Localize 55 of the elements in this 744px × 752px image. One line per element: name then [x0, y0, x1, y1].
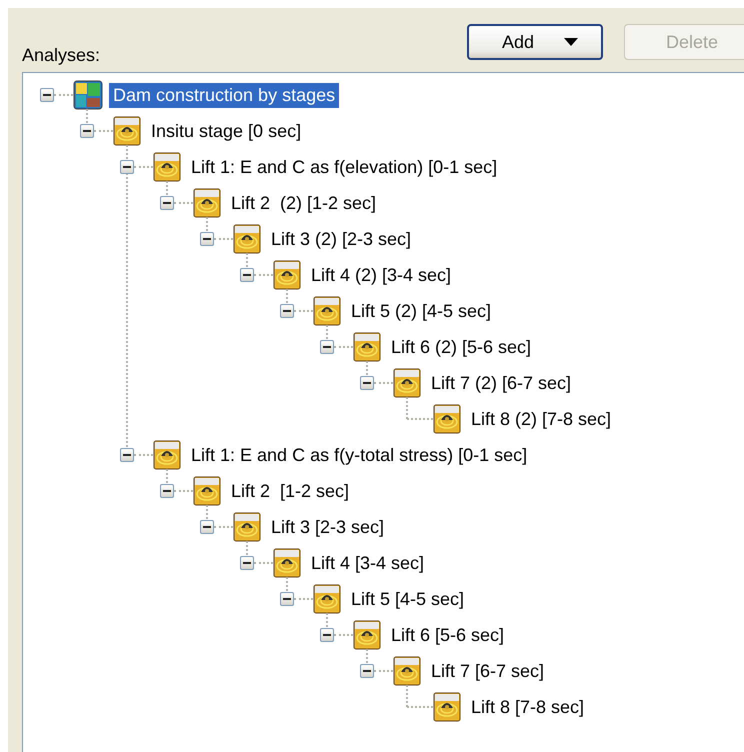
- stage-icon: [193, 188, 221, 218]
- tree-item[interactable]: Lift 8 [7-8 sec]: [467, 694, 588, 720]
- caret-icon: [564, 38, 578, 46]
- tree-item[interactable]: Lift 7 (2) [6-7 sec]: [427, 370, 576, 396]
- stage-icon: [353, 620, 381, 650]
- stage-icon: [153, 440, 181, 470]
- collapse-toggle[interactable]: [320, 340, 334, 354]
- stage-icon: [233, 224, 261, 254]
- stage-icon: [433, 404, 461, 434]
- stage-icon: [433, 692, 461, 722]
- tree-item[interactable]: Lift 4 (2) [3-4 sec]: [307, 262, 456, 288]
- stage-icon: [193, 476, 221, 506]
- tree-item[interactable]: Lift 6 (2) [5-6 sec]: [387, 334, 536, 360]
- collapse-toggle[interactable]: [160, 196, 174, 210]
- tree-item[interactable]: Insitu stage [0 sec]: [147, 118, 306, 144]
- stage-icon: [273, 548, 301, 578]
- collapse-toggle[interactable]: [120, 448, 134, 462]
- stage-icon: [113, 116, 141, 146]
- tree-item[interactable]: Lift 5 (2) [4-5 sec]: [347, 298, 496, 324]
- collapse-toggle[interactable]: [240, 556, 254, 570]
- stage-icon: [393, 656, 421, 686]
- stage-icon: [313, 296, 341, 326]
- tree-item[interactable]: Lift 4 [3-4 sec]: [307, 550, 428, 576]
- collapse-toggle[interactable]: [120, 160, 134, 174]
- collapse-toggle[interactable]: [360, 664, 374, 678]
- collapse-toggle[interactable]: [200, 520, 214, 534]
- tree-item[interactable]: Lift 1: E and C as f(y-total stress) [0-1 sec]: [187, 442, 532, 468]
- collapse-toggle[interactable]: [360, 376, 374, 390]
- stage-icon: [393, 368, 421, 398]
- tree-item[interactable]: Lift 1: E and C as f(elevation) [0-1 sec]: [187, 154, 502, 180]
- stage-icon: [313, 584, 341, 614]
- collapse-toggle[interactable]: [40, 88, 54, 102]
- tree-item[interactable]: Lift 3 [2-3 sec]: [267, 514, 388, 540]
- collapse-toggle[interactable]: [200, 232, 214, 246]
- tree-item[interactable]: Lift 7 [6-7 sec]: [427, 658, 548, 684]
- analyses-label: Analyses:: [22, 45, 100, 67]
- tree-item[interactable]: Lift 3 (2) [2-3 sec]: [267, 226, 416, 252]
- tree-item[interactable]: Lift 5 [4-5 sec]: [347, 586, 468, 612]
- collapse-toggle[interactable]: [80, 124, 94, 138]
- tree-item[interactable]: Lift 8 (2) [7-8 sec]: [467, 406, 616, 432]
- stage-icon: [353, 332, 381, 362]
- model-icon: [73, 80, 103, 110]
- toolbar-button[interactable]: Add: [467, 24, 603, 60]
- stage-icon: [153, 152, 181, 182]
- collapse-toggle[interactable]: [240, 268, 254, 282]
- tree-item[interactable]: Lift 2 [1-2 sec]: [227, 478, 354, 504]
- collapse-toggle[interactable]: [160, 484, 174, 498]
- collapse-toggle[interactable]: [280, 304, 294, 318]
- tree-item[interactable]: Lift 6 [5-6 sec]: [387, 622, 508, 648]
- tree-item[interactable]: Lift 2 (2) [1-2 sec]: [227, 190, 380, 216]
- stage-icon: [273, 260, 301, 290]
- collapse-toggle[interactable]: [320, 628, 334, 642]
- stage-icon: [233, 512, 261, 542]
- collapse-toggle[interactable]: [280, 592, 294, 606]
- tree-item[interactable]: Dam construction by stages: [109, 82, 340, 108]
